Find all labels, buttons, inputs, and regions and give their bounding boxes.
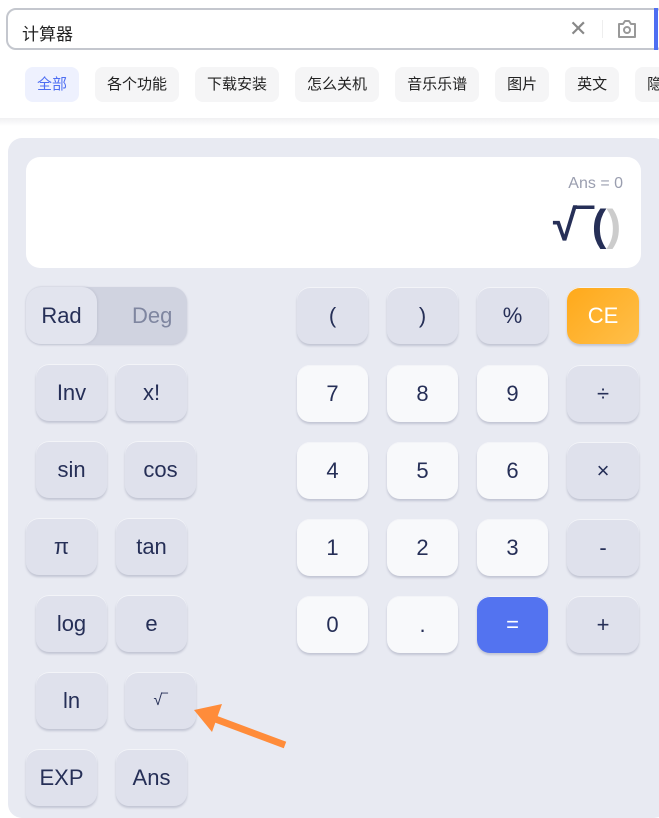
divider xyxy=(0,118,659,126)
search-button-edge[interactable] xyxy=(654,8,658,50)
ln-button[interactable]: ln xyxy=(36,672,107,729)
calculator-display: Ans = 0 √‾() xyxy=(26,157,641,268)
digit-2-button[interactable]: 2 xyxy=(387,519,458,576)
tab-music[interactable]: 音乐乐谱 xyxy=(395,67,480,102)
open-paren-button[interactable]: ( xyxy=(297,287,368,344)
close-icon[interactable]: ✕ xyxy=(569,16,587,42)
e-button[interactable]: e xyxy=(116,595,187,652)
tan-button[interactable]: tan xyxy=(116,518,187,575)
factorial-button[interactable]: x! xyxy=(116,364,187,421)
minus-button[interactable]: - xyxy=(567,519,639,576)
divide-button[interactable]: ÷ xyxy=(567,365,639,422)
digit-4-button[interactable]: 4 xyxy=(297,442,368,499)
plus-button[interactable]: + xyxy=(567,596,639,653)
digit-1-button[interactable]: 1 xyxy=(297,519,368,576)
digit-3-button[interactable]: 3 xyxy=(477,519,548,576)
digit-9-button[interactable]: 9 xyxy=(477,365,548,422)
decimal-button[interactable]: . xyxy=(387,596,458,653)
log-button[interactable]: log xyxy=(36,595,107,652)
sqrt-button[interactable]: √‾ xyxy=(125,672,196,729)
percent-button[interactable]: % xyxy=(477,287,548,344)
expression: √‾() xyxy=(552,201,621,250)
digit-6-button[interactable]: 6 xyxy=(477,442,548,499)
divider xyxy=(602,20,603,38)
multiply-button[interactable]: × xyxy=(567,442,639,499)
deg-option[interactable]: Deg xyxy=(132,303,172,329)
digit-0-button[interactable]: 0 xyxy=(297,596,368,653)
search-box[interactable]: 计算器 ✕ xyxy=(6,8,659,50)
tab-download[interactable]: 下载安装 xyxy=(195,67,280,102)
sin-button[interactable]: sin xyxy=(36,441,107,498)
clear-entry-button[interactable]: CE xyxy=(567,287,639,344)
rad-deg-toggle[interactable]: Rad Deg xyxy=(26,287,187,344)
tab-features[interactable]: 各个功能 xyxy=(95,67,180,102)
ans-readout: Ans = 0 xyxy=(568,175,623,192)
digit-7-button[interactable]: 7 xyxy=(297,365,368,422)
equals-button[interactable]: = xyxy=(477,596,548,653)
search-input[interactable]: 计算器 xyxy=(22,20,73,45)
digit-5-button[interactable]: 5 xyxy=(387,442,458,499)
exp-button[interactable]: EXP xyxy=(26,749,97,806)
close-paren-button[interactable]: ) xyxy=(387,287,458,344)
search-tabs: 全部 各个功能 下载安装 怎么关机 音乐乐谱 图片 英文 隐 xyxy=(25,67,659,102)
digit-8-button[interactable]: 8 xyxy=(387,365,458,422)
tab-more[interactable]: 隐 xyxy=(635,67,659,102)
inv-button[interactable]: Inv xyxy=(36,364,107,421)
camera-icon[interactable] xyxy=(616,19,638,39)
rad-option[interactable]: Rad xyxy=(26,287,97,344)
tab-all[interactable]: 全部 xyxy=(25,67,80,102)
pi-button[interactable]: π xyxy=(26,518,97,575)
tab-images[interactable]: 图片 xyxy=(495,67,550,102)
ans-button[interactable]: Ans xyxy=(116,749,187,806)
annotation-arrow-icon xyxy=(194,704,287,749)
tab-shutdown[interactable]: 怎么关机 xyxy=(295,67,380,102)
tab-english[interactable]: 英文 xyxy=(565,67,620,102)
cos-button[interactable]: cos xyxy=(125,441,196,498)
